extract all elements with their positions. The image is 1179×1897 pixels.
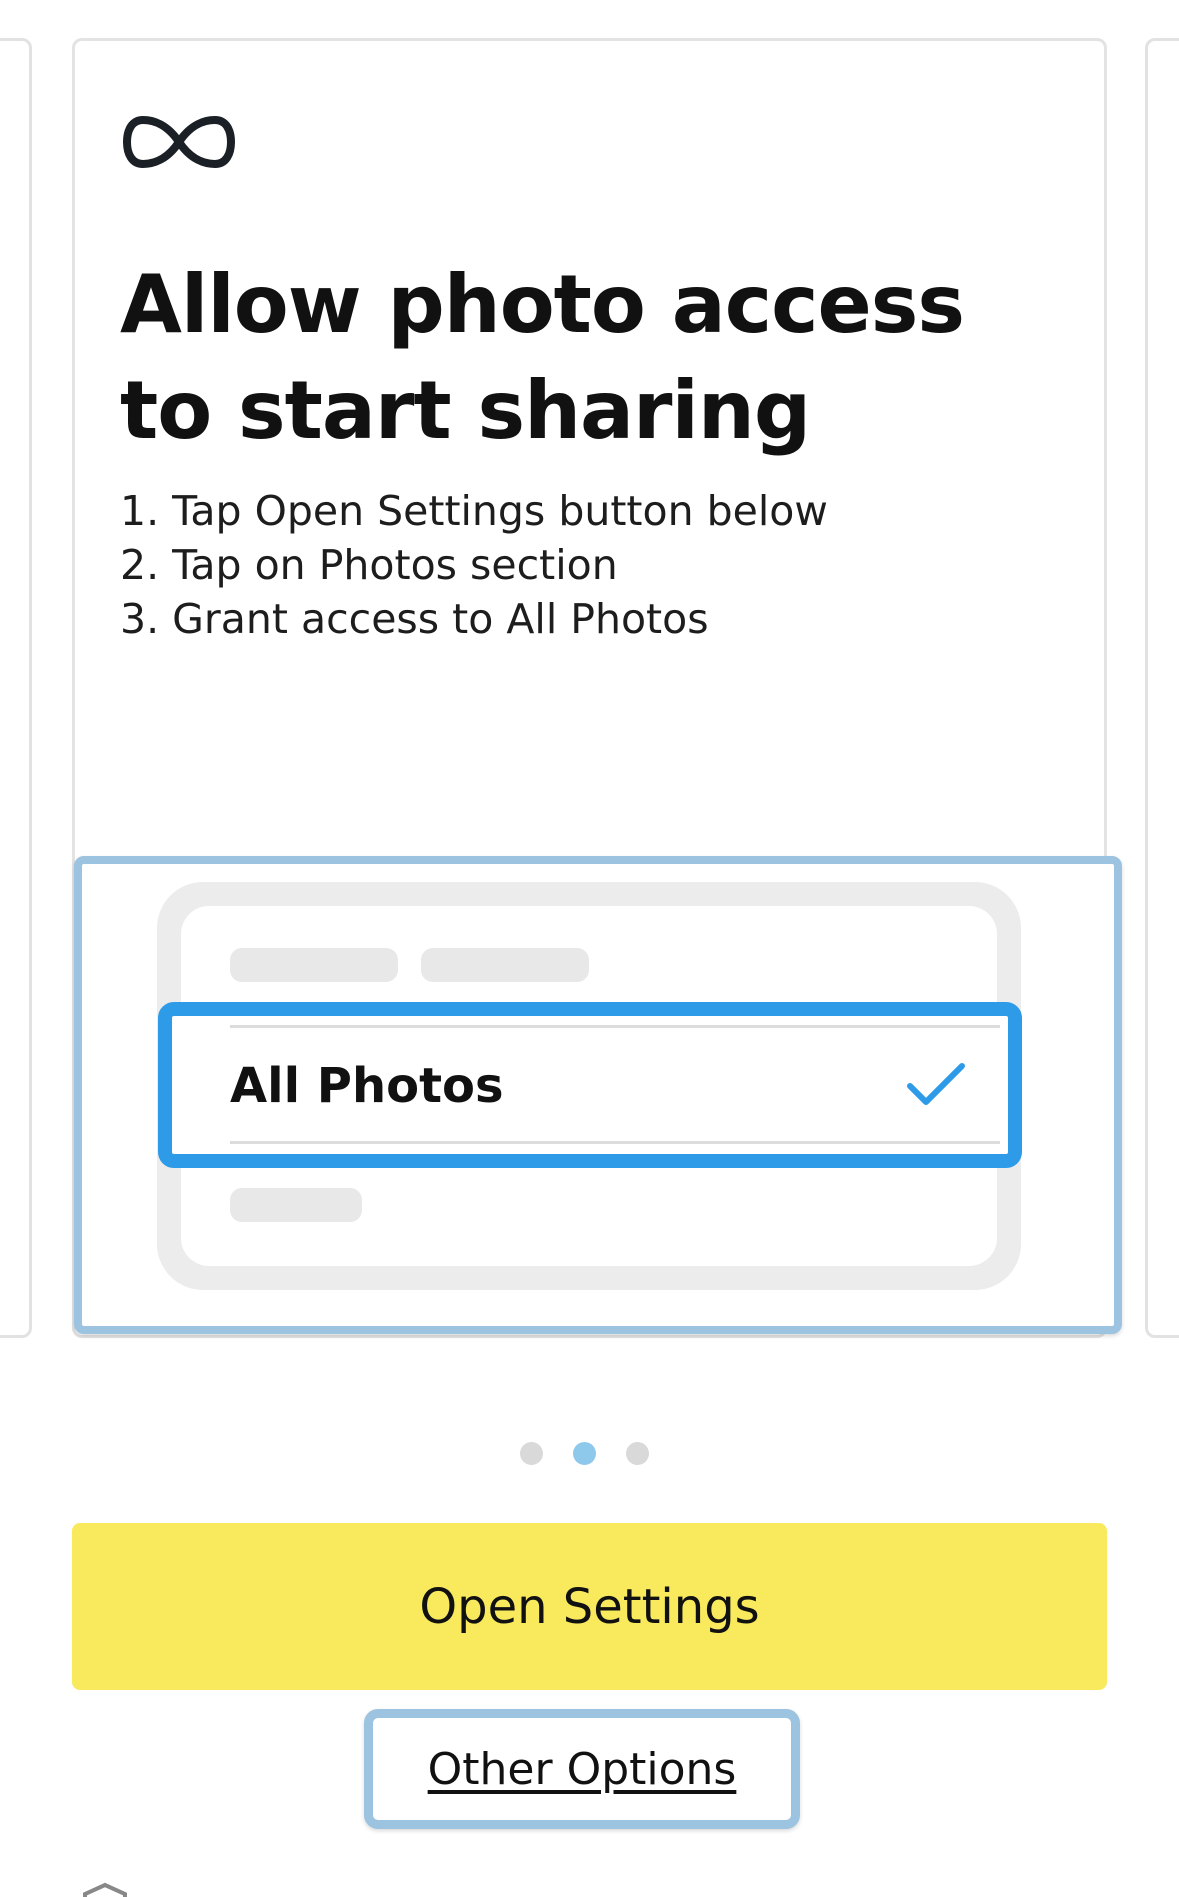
page-title: Allow photo access to start sharing: [120, 258, 965, 457]
instruction-step: 2. Tap on Photos section: [120, 541, 618, 589]
other-options-link[interactable]: Other Options: [364, 1709, 800, 1829]
infinity-icon: [123, 116, 235, 168]
open-settings-button[interactable]: Open Settings: [72, 1523, 1107, 1690]
instruction-step: 1. Tap Open Settings button below: [120, 487, 828, 535]
checkmark-icon: [907, 1063, 965, 1105]
placeholder-bar: [230, 1188, 362, 1222]
placeholder-bar: [421, 948, 589, 982]
other-options-label: Other Options: [427, 1743, 737, 1795]
divider: [230, 1141, 1000, 1144]
instruction-list: 1. Tap Open Settings button below 2. Tap…: [120, 484, 1080, 646]
next-card[interactable]: [1145, 38, 1179, 1338]
placeholder-bar: [230, 948, 398, 982]
shield-icon: [83, 1882, 127, 1897]
previous-card[interactable]: [0, 38, 32, 1338]
open-settings-label: Open Settings: [419, 1578, 760, 1635]
page-dot-active[interactable]: [573, 1442, 596, 1465]
divider: [230, 1025, 1000, 1028]
instruction-step: 3. Grant access to All Photos: [120, 595, 709, 643]
page-indicator: [520, 1442, 660, 1466]
all-photos-label: All Photos: [230, 1058, 504, 1114]
photo-access-screen: Allow photo access to start sharing 1. T…: [0, 0, 1179, 1897]
page-dot[interactable]: [520, 1442, 543, 1465]
page-dot[interactable]: [626, 1442, 649, 1465]
footer-note: [0, 1878, 1179, 1897]
